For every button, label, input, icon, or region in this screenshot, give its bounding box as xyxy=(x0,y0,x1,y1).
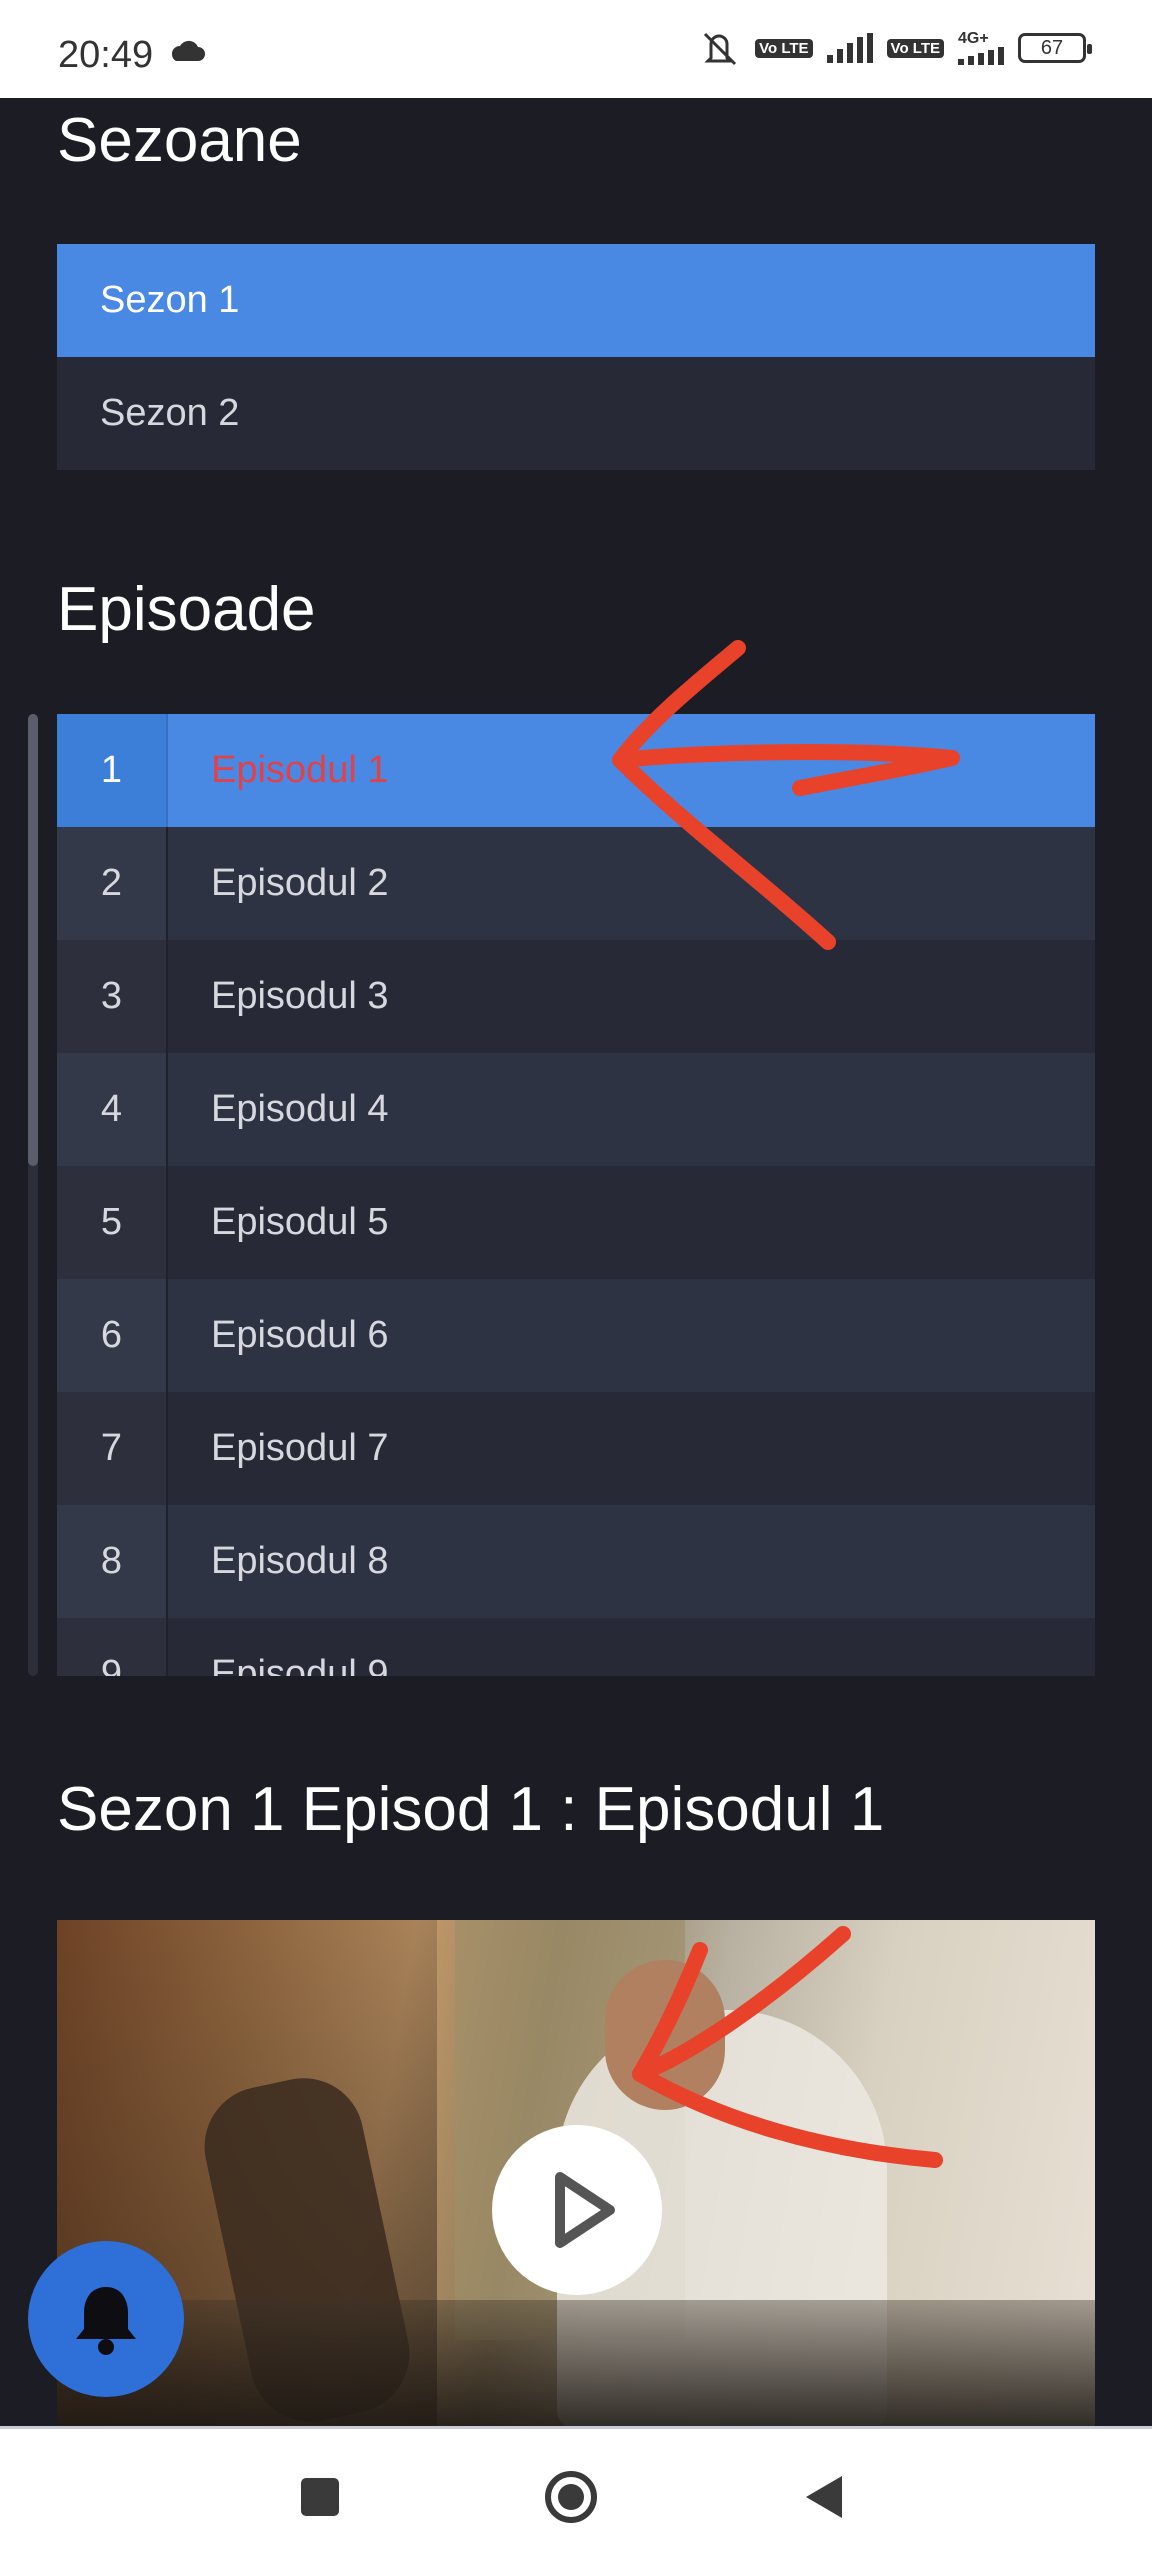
episode-row-6[interactable]: 6 Episodul 6 xyxy=(57,1279,1095,1392)
status-time: 20:49 xyxy=(58,34,154,76)
episode-row-3[interactable]: 3 Episodul 3 xyxy=(57,940,1095,1053)
play-icon xyxy=(555,2172,615,2248)
signal-bars-2-icon xyxy=(958,47,1004,65)
episode-number: 4 xyxy=(57,1053,168,1166)
episode-row-4[interactable]: 4 Episodul 4 xyxy=(57,1053,1095,1166)
episode-number: 5 xyxy=(57,1166,168,1279)
notifications-button[interactable] xyxy=(28,2241,184,2397)
seasons-heading: Sezoane xyxy=(57,106,302,175)
episode-title: Episodul 1 xyxy=(211,749,389,791)
episode-title: Episodul 5 xyxy=(211,1201,389,1243)
video-player[interactable] xyxy=(57,1920,1095,2426)
signal-bars-1-icon xyxy=(826,33,873,63)
video-thumbnail-desk xyxy=(57,2300,1095,2426)
nav-home-button[interactable] xyxy=(543,2469,599,2525)
triangle-back-icon xyxy=(806,2476,842,2518)
episode-number: 6 xyxy=(57,1279,168,1392)
episode-row-8[interactable]: 8 Episodul 8 xyxy=(57,1505,1095,1618)
season-list: Sezon 1 Sezon 2 xyxy=(57,244,1095,470)
video-thumbnail-head xyxy=(605,1960,725,2110)
episode-number: 7 xyxy=(57,1392,168,1505)
episode-title: Episodul 6 xyxy=(211,1314,389,1356)
episode-title: Episodul 8 xyxy=(211,1540,389,1582)
volte-badge-2: Vo LTE xyxy=(886,38,944,58)
episode-title: Episodul 4 xyxy=(211,1088,389,1130)
episode-number: 9 xyxy=(57,1618,168,1676)
episode-list[interactable]: 1 Episodul 1 2 Episodul 2 3 Episodul 3 4… xyxy=(57,714,1095,1676)
episode-row-9[interactable]: 9 Episodul 9 xyxy=(57,1618,1095,1676)
status-icons: Vo LTE Vo LTE 4G+ 67 xyxy=(697,30,1092,66)
episode-number: 2 xyxy=(57,827,168,940)
system-nav-bar xyxy=(0,2426,1152,2560)
season-item-2[interactable]: Sezon 2 xyxy=(57,357,1095,470)
episodes-heading: Episoade xyxy=(57,575,316,644)
nav-recent-button[interactable] xyxy=(292,2469,348,2525)
episode-row-1[interactable]: 1 Episodul 1 xyxy=(57,714,1095,827)
status-bar: 20:49 Vo LTE Vo LTE 4G+ 67 xyxy=(0,0,1152,98)
nav-back-button[interactable] xyxy=(796,2469,852,2525)
mute-vibrate-icon xyxy=(704,32,737,66)
episode-row-2[interactable]: 2 Episodul 2 xyxy=(57,827,1095,940)
circle-icon xyxy=(545,2471,597,2523)
episode-row-7[interactable]: 7 Episodul 7 xyxy=(57,1392,1095,1505)
volte-badge-1: Vo LTE xyxy=(755,38,813,58)
episode-title: Episodul 7 xyxy=(211,1427,389,1469)
bell-icon xyxy=(76,2287,136,2355)
episode-number: 3 xyxy=(57,940,168,1053)
network-label: 4G+ xyxy=(958,30,989,47)
network-indicator: 4G+ xyxy=(958,31,1004,65)
episode-scrollbar-thumb[interactable] xyxy=(28,714,38,1166)
square-icon xyxy=(301,2478,339,2516)
player-heading: Sezon 1 Episod 1 : Episodul 1 xyxy=(57,1775,885,1844)
episode-title: Episodul 3 xyxy=(211,975,389,1017)
episode-title: Episodul 9 xyxy=(211,1653,389,1676)
episode-title: Episodul 2 xyxy=(211,862,389,904)
battery-indicator: 67 xyxy=(1018,33,1092,63)
cloud-icon xyxy=(171,40,205,61)
play-button[interactable] xyxy=(492,2125,662,2295)
episode-number: 1 xyxy=(57,714,168,827)
episode-row-5[interactable]: 5 Episodul 5 xyxy=(57,1166,1095,1279)
season-item-1[interactable]: Sezon 1 xyxy=(57,244,1095,357)
episode-number: 8 xyxy=(57,1505,168,1618)
